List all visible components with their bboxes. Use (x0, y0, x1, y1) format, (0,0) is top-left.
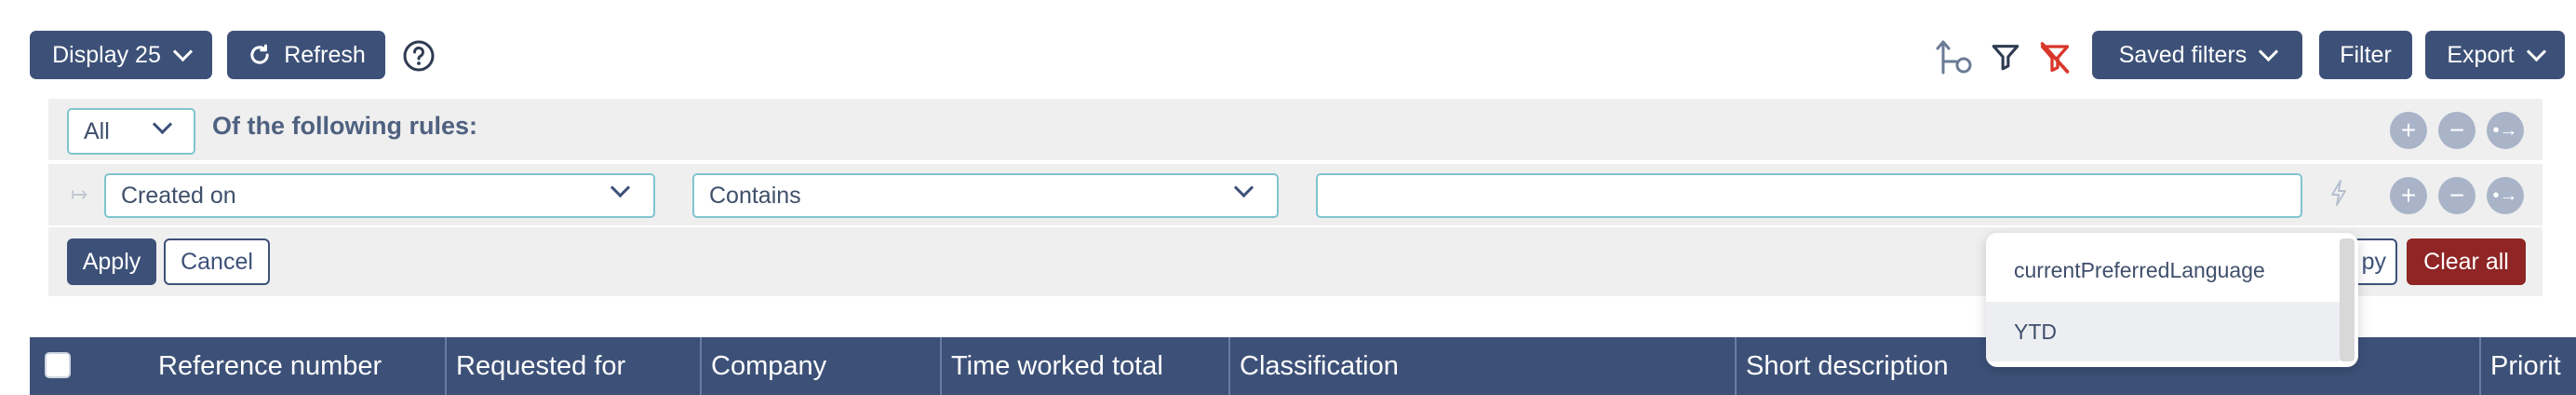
copy-label: py (2361, 248, 2386, 275)
column-label: Time worked total (951, 350, 1163, 381)
chevron-down-icon (2526, 41, 2546, 61)
column-header[interactable]: Reference number (149, 337, 445, 395)
sort-rules-icon[interactable] (1934, 37, 1977, 76)
dropdown-item-label: currentPreferredLanguage (2014, 257, 2265, 282)
export-label: Export (2447, 41, 2515, 68)
apply-button[interactable]: Apply (67, 238, 156, 285)
refresh-button[interactable]: Refresh (227, 31, 385, 79)
filter-icon[interactable] (1990, 41, 2021, 73)
dropdown-scrollbar[interactable] (2340, 238, 2355, 361)
match-mode-select[interactable]: All (67, 108, 195, 155)
column-label: Classification (1240, 350, 1399, 381)
column-header[interactable]: Time worked total (940, 337, 1228, 395)
clear-all-button[interactable]: Clear all (2407, 238, 2526, 285)
display-count-label: Display 25 (52, 41, 161, 68)
apply-label: Apply (82, 248, 141, 275)
filter-button[interactable]: Filter (2319, 31, 2412, 79)
lightning-icon[interactable] (2328, 179, 2349, 207)
dropdown-item[interactable]: YTD (1986, 302, 2340, 361)
column-label: Company (711, 350, 827, 381)
add-rule-icon[interactable]: + (2390, 177, 2427, 214)
column-label: Reference number (158, 350, 382, 381)
rule-field-value: Created on (121, 182, 236, 209)
column-header[interactable]: Classification (1228, 337, 1735, 395)
column-label: Short description (1746, 350, 1949, 381)
field-suggestions-dropdown: currentPreferredLanguage YTD (1986, 233, 2358, 367)
select-all-checkbox[interactable] (45, 352, 71, 378)
filter-label: Filter (2340, 41, 2392, 68)
column-header[interactable]: Company (700, 337, 940, 395)
display-count-dropdown[interactable]: Display 25 (30, 31, 212, 79)
cancel-button[interactable]: Cancel (164, 238, 270, 285)
chevron-down-icon (152, 114, 173, 135)
move-rule-icon[interactable]: •→ (2487, 177, 2524, 214)
remove-rule-icon[interactable]: − (2438, 112, 2475, 149)
chevron-down-icon (610, 177, 631, 198)
column-header[interactable]: Requested for (445, 337, 700, 395)
add-rule-icon[interactable]: + (2390, 112, 2427, 149)
rule-field-select[interactable]: Created on (104, 173, 655, 218)
clear-all-label: Clear all (2423, 248, 2509, 275)
column-label: Priorit (2490, 350, 2561, 381)
refresh-icon (250, 44, 269, 64)
dropdown-item[interactable]: currentPreferredLanguage (1986, 240, 2340, 300)
rule-value-input[interactable] (1316, 173, 2302, 218)
cancel-label: Cancel (181, 248, 253, 275)
help-icon[interactable] (402, 39, 436, 73)
rules-caption: Of the following rules: (212, 112, 477, 140)
remove-rule-icon[interactable]: − (2438, 177, 2475, 214)
rule-operator-select[interactable]: Contains (692, 173, 1279, 218)
column-label: Requested for (456, 350, 626, 381)
saved-filters-label: Saved filters (2118, 41, 2247, 68)
chevron-down-icon (2259, 41, 2279, 61)
chevron-down-icon (172, 41, 193, 61)
match-mode-value: All (84, 117, 110, 144)
refresh-label: Refresh (284, 41, 366, 68)
drag-handle-icon[interactable]: ↦ (71, 183, 87, 207)
rule-operator-value: Contains (709, 182, 801, 209)
clear-filter-icon[interactable] (2038, 41, 2072, 75)
move-rule-icon[interactable]: •→ (2487, 112, 2524, 149)
export-dropdown[interactable]: Export (2425, 31, 2565, 79)
chevron-down-icon (1233, 177, 1254, 198)
dropdown-item-label: YTD (2014, 319, 2057, 344)
column-header[interactable]: Priorit (2479, 337, 2576, 395)
saved-filters-dropdown[interactable]: Saved filters (2092, 31, 2302, 79)
